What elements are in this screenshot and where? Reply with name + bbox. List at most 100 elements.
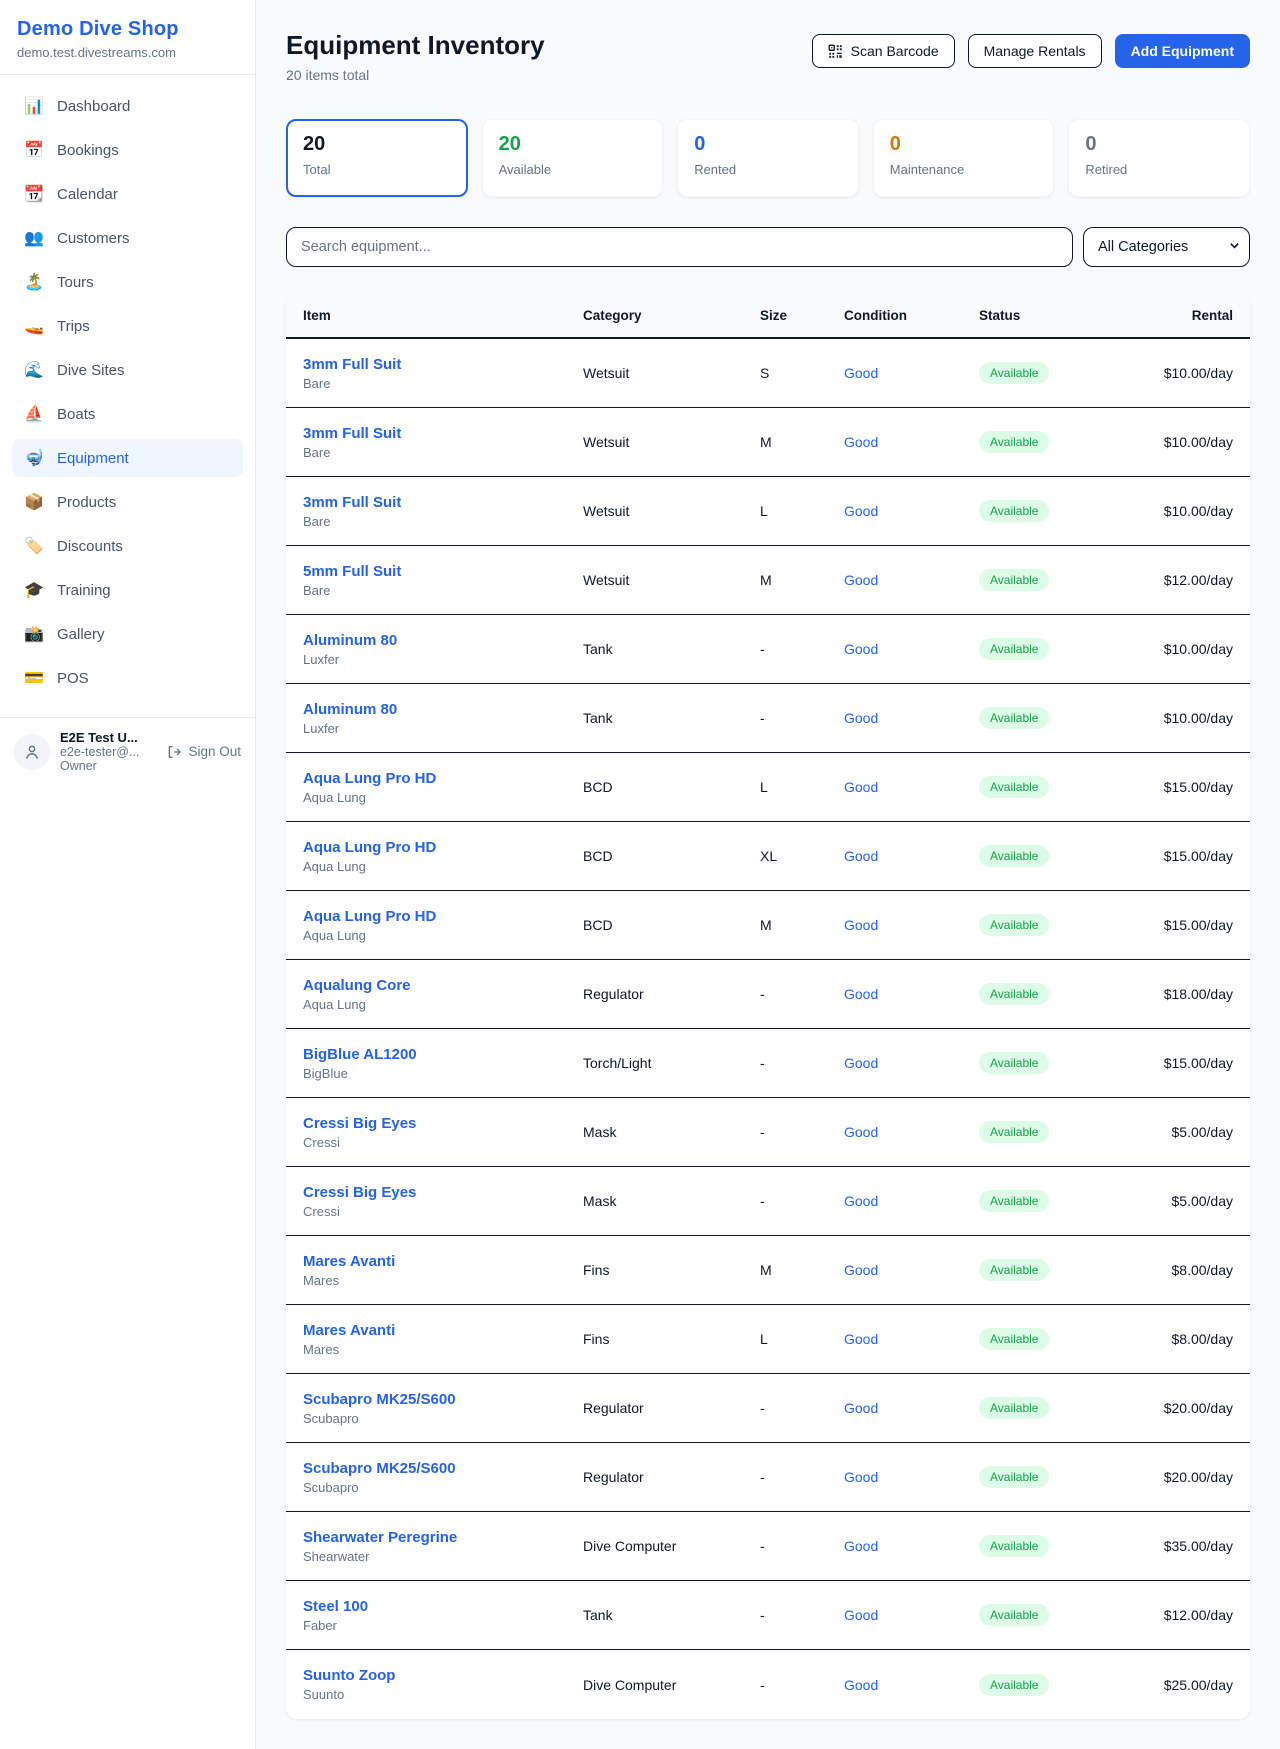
item-name-link[interactable]: Scubapro MK25/S600 (303, 1391, 583, 1408)
sidebar-item-label: Training (57, 582, 111, 599)
item-condition-link[interactable]: Good (844, 1677, 979, 1693)
item-name-link[interactable]: Aluminum 80 (303, 632, 583, 649)
item-size: XL (760, 848, 844, 864)
item-brand: Luxfer (303, 652, 583, 667)
item-condition-link[interactable]: Good (844, 986, 979, 1002)
status-badge: Available (979, 569, 1049, 591)
sidebar-item-customers[interactable]: 👥 Customers (12, 219, 243, 257)
sidebar-item-label: Bookings (57, 142, 119, 159)
item-size: M (760, 572, 844, 588)
sidebar-item-trips[interactable]: 🚤 Trips (12, 307, 243, 345)
stat-card-total[interactable]: 20 Total (286, 119, 468, 197)
sidebar-item-boats[interactable]: ⛵ Boats (12, 395, 243, 433)
item-size: M (760, 1262, 844, 1278)
item-category: Dive Computer (583, 1677, 760, 1693)
item-size: L (760, 779, 844, 795)
item-condition-link[interactable]: Good (844, 779, 979, 795)
item-condition-link[interactable]: Good (844, 1055, 979, 1071)
island-icon: 🏝️ (24, 272, 44, 292)
column-header-size: Size (760, 308, 844, 323)
item-condition-link[interactable]: Good (844, 1262, 979, 1278)
item-category: Wetsuit (583, 503, 760, 519)
item-condition-link[interactable]: Good (844, 1469, 979, 1485)
item-condition-link[interactable]: Good (844, 1193, 979, 1209)
table-row: Aluminum 80 Luxfer Tank - Good Available… (286, 684, 1250, 753)
add-equipment-button[interactable]: Add Equipment (1115, 34, 1250, 68)
table-row: Suunto Zoop Suunto Dive Computer - Good … (286, 1650, 1250, 1719)
sidebar-item-equipment[interactable]: 🤿 Equipment (12, 439, 243, 477)
items-total: 20 items total (286, 67, 545, 83)
item-category: Mask (583, 1193, 760, 1209)
item-category: Mask (583, 1124, 760, 1140)
sidebar-item-tours[interactable]: 🏝️ Tours (12, 263, 243, 301)
sailboat-icon: ⛵ (24, 404, 44, 424)
item-name-link[interactable]: 3mm Full Suit (303, 425, 583, 442)
item-size: M (760, 434, 844, 450)
status-badge: Available (979, 500, 1049, 522)
item-name-link[interactable]: Mares Avanti (303, 1322, 583, 1339)
item-name-link[interactable]: Steel 100 (303, 1598, 583, 1615)
category-select[interactable]: All Categories (1083, 227, 1250, 267)
item-name-link[interactable]: 3mm Full Suit (303, 494, 583, 511)
item-condition-link[interactable]: Good (844, 1124, 979, 1140)
status-badge: Available (979, 1190, 1049, 1212)
stat-card-available[interactable]: 20 Available (482, 119, 664, 197)
sign-out-button[interactable]: Sign Out (166, 744, 241, 760)
table-row: Shearwater Peregrine Shearwater Dive Com… (286, 1512, 1250, 1581)
item-condition-link[interactable]: Good (844, 434, 979, 450)
item-rental: $10.00/day (1149, 503, 1233, 519)
item-name-link[interactable]: Mares Avanti (303, 1253, 583, 1270)
item-condition-link[interactable]: Good (844, 917, 979, 933)
sidebar-item-label: Dashboard (57, 98, 130, 115)
sidebar-item-dashboard[interactable]: 📊 Dashboard (12, 87, 243, 125)
item-condition-link[interactable]: Good (844, 365, 979, 381)
sidebar-item-calendar[interactable]: 📆 Calendar (12, 175, 243, 213)
sidebar-item-dive-sites[interactable]: 🌊 Dive Sites (12, 351, 243, 389)
package-icon: 📦 (24, 492, 44, 512)
stat-label: Maintenance (890, 162, 1038, 177)
item-condition-link[interactable]: Good (844, 848, 979, 864)
item-condition-link[interactable]: Good (844, 1400, 979, 1416)
item-name-link[interactable]: BigBlue AL1200 (303, 1046, 583, 1063)
item-name-link[interactable]: Scubapro MK25/S600 (303, 1460, 583, 1477)
status-badge: Available (979, 1121, 1049, 1143)
sidebar-item-label: Gallery (57, 626, 105, 643)
item-name-link[interactable]: Suunto Zoop (303, 1667, 583, 1684)
sidebar-item-bookings[interactable]: 📅 Bookings (12, 131, 243, 169)
item-name-link[interactable]: Aqualung Core (303, 977, 583, 994)
item-condition-link[interactable]: Good (844, 1538, 979, 1554)
search-input[interactable] (286, 227, 1073, 267)
sidebar-item-products[interactable]: 📦 Products (12, 483, 243, 521)
item-size: L (760, 1331, 844, 1347)
item-name-link[interactable]: 5mm Full Suit (303, 563, 583, 580)
item-name-link[interactable]: Shearwater Peregrine (303, 1529, 583, 1546)
filter-row: All Categories (286, 227, 1250, 267)
item-condition-link[interactable]: Good (844, 503, 979, 519)
sidebar-item-pos[interactable]: 💳 POS (12, 659, 243, 697)
item-condition-link[interactable]: Good (844, 1607, 979, 1623)
wave-icon: 🌊 (24, 360, 44, 380)
item-name-link[interactable]: 3mm Full Suit (303, 356, 583, 373)
item-name-link[interactable]: Aqua Lung Pro HD (303, 770, 583, 787)
stat-card-rented[interactable]: 0 Rented (677, 119, 859, 197)
stat-card-maintenance[interactable]: 0 Maintenance (873, 119, 1055, 197)
manage-rentals-button[interactable]: Manage Rentals (968, 34, 1102, 68)
stat-card-retired[interactable]: 0 Retired (1068, 119, 1250, 197)
item-size: - (760, 1538, 844, 1554)
brand-title: Demo Dive Shop (17, 18, 238, 41)
item-name-link[interactable]: Aqua Lung Pro HD (303, 908, 583, 925)
item-name-link[interactable]: Cressi Big Eyes (303, 1184, 583, 1201)
item-name-link[interactable]: Aluminum 80 (303, 701, 583, 718)
item-name-link[interactable]: Cressi Big Eyes (303, 1115, 583, 1132)
item-condition-link[interactable]: Good (844, 572, 979, 588)
sidebar-item-training[interactable]: 🎓 Training (12, 571, 243, 609)
item-name-link[interactable]: Aqua Lung Pro HD (303, 839, 583, 856)
item-condition-link[interactable]: Good (844, 641, 979, 657)
scan-barcode-button[interactable]: Scan Barcode (812, 34, 955, 68)
item-condition-link[interactable]: Good (844, 1331, 979, 1347)
item-condition-link[interactable]: Good (844, 710, 979, 726)
table-row: Mares Avanti Mares Fins M Good Available… (286, 1236, 1250, 1305)
sidebar-item-gallery[interactable]: 📸 Gallery (12, 615, 243, 653)
sidebar-item-discounts[interactable]: 🏷️ Discounts (12, 527, 243, 565)
item-category: Tank (583, 710, 760, 726)
